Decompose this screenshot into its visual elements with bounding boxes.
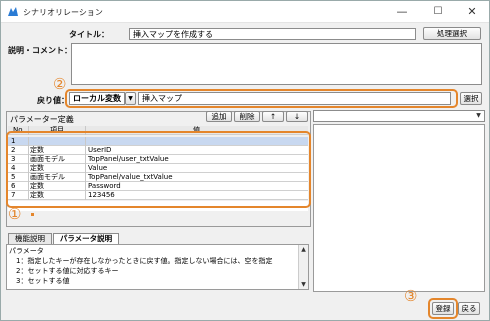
right-select-dropdown-icon[interactable]: ▼ xyxy=(474,111,483,120)
marker-2: ② xyxy=(53,75,67,93)
table-row[interactable]: 3 画面モデル TopPanel/user_txtValue xyxy=(8,155,308,164)
scroll-up-icon[interactable]: ▲ xyxy=(299,245,308,254)
title-bar: シナリオリレーション — ☐ ✕ xyxy=(1,1,489,23)
help-scrollbar[interactable]: ▲ ▼ xyxy=(298,245,308,289)
col-value: 値 xyxy=(193,126,200,134)
title-input[interactable]: 挿入マップを作成する xyxy=(129,28,416,40)
register-button[interactable]: 登録 xyxy=(432,302,454,315)
table-row[interactable]: 6 定数 Password xyxy=(8,182,308,191)
tab-parameter-description[interactable]: パラメータ説明 xyxy=(53,233,119,244)
close-button[interactable]: ✕ xyxy=(455,1,489,23)
dialog-window: シナリオリレーション — ☐ ✕ タイトル： 挿入マップを作成する 処理選択 説… xyxy=(0,0,490,321)
maximize-button[interactable]: ☐ xyxy=(421,1,455,23)
right-select[interactable] xyxy=(313,110,485,122)
move-down-button[interactable]: ↓ xyxy=(286,111,308,122)
marker-1: ① xyxy=(8,205,22,223)
table-row[interactable]: 4 定数 Value xyxy=(8,164,308,173)
app-icon xyxy=(8,7,18,16)
comment-label: 説明・コメント： xyxy=(8,46,72,55)
right-preview-panel xyxy=(313,124,485,292)
col-no: No xyxy=(13,126,23,134)
move-up-button[interactable]: ↑ xyxy=(262,111,284,122)
delete-row-button[interactable]: 削除 xyxy=(234,111,260,122)
return-type-select[interactable]: ローカル変数 xyxy=(69,92,125,105)
marker-1-dot xyxy=(31,213,34,216)
add-row-button[interactable]: 追加 xyxy=(206,111,232,122)
comment-textarea[interactable] xyxy=(71,43,482,85)
parameter-header: パラメーター定義 xyxy=(10,115,74,124)
minimize-button[interactable]: — xyxy=(385,1,419,23)
return-label: 戻り値： xyxy=(37,96,69,105)
title-label: タイトル： xyxy=(69,30,109,39)
return-value-input[interactable]: 挿入マップ xyxy=(138,92,451,105)
help-line: 2：セットする値に対応するキー xyxy=(9,267,119,275)
help-line: 1：指定したキーが存在しなかったときに戻す値。指定しない場合には、空を指定 xyxy=(9,257,273,265)
marker-3: ③ xyxy=(404,287,418,305)
col-item: 項目 xyxy=(50,126,64,134)
table-row[interactable]: 7 定数 123456 xyxy=(8,191,308,200)
table-empty-area xyxy=(8,201,308,211)
return-type-dropdown[interactable]: ▼ xyxy=(125,92,136,105)
back-button[interactable]: 戻る xyxy=(458,302,480,315)
process-select-button[interactable]: 処理選択 xyxy=(423,27,481,40)
table-header: No 項目 値 xyxy=(8,126,308,135)
help-line: パラメータ xyxy=(9,247,44,255)
return-select-button[interactable]: 選択 xyxy=(460,92,482,105)
scroll-down-icon[interactable]: ▼ xyxy=(299,280,308,289)
tab-function-description[interactable]: 機能説明 xyxy=(8,233,52,244)
window-title: シナリオリレーション xyxy=(23,8,103,17)
table-row[interactable]: 1 xyxy=(8,137,308,146)
table-row[interactable]: 2 定数 UserID xyxy=(8,146,308,155)
table-row[interactable]: 5 画面モデル TopPanel/value_txtValue xyxy=(8,173,308,182)
help-line: 3：セットする値 xyxy=(9,277,70,285)
